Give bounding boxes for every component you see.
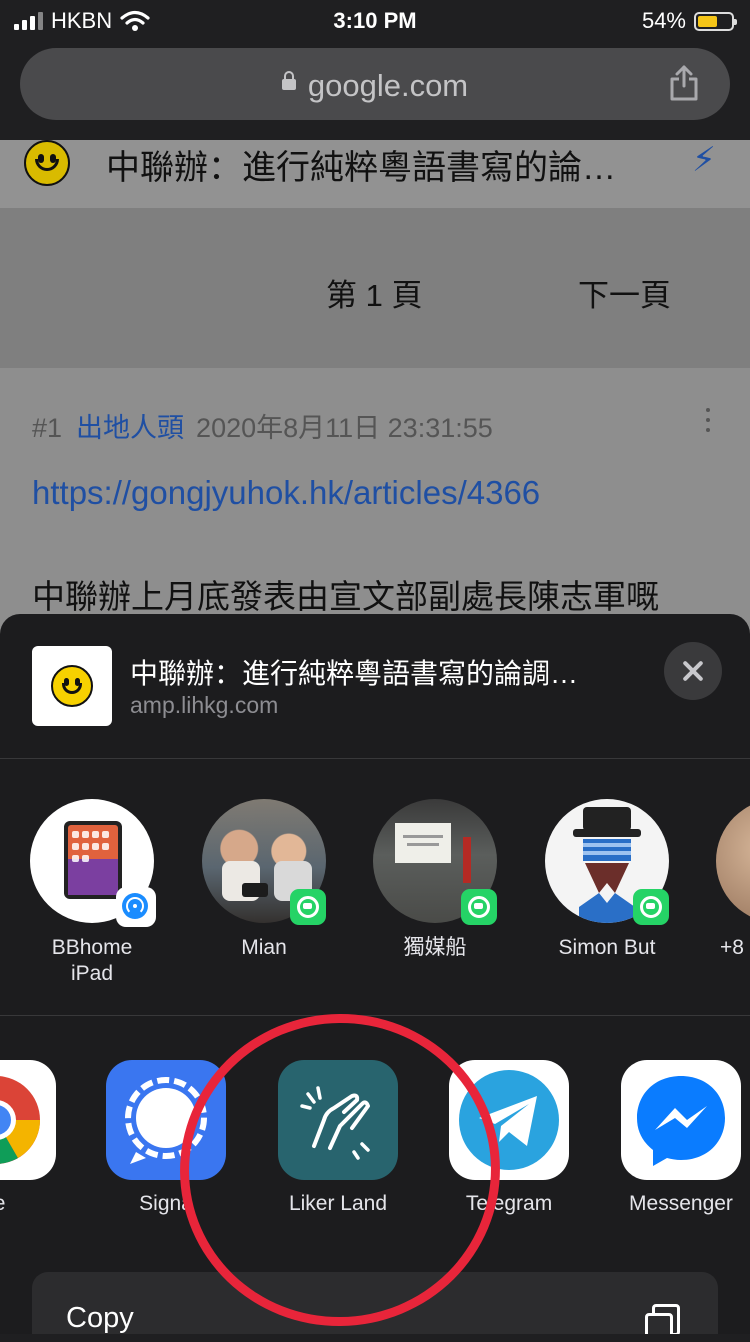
smiley-thumbnail-icon	[51, 665, 93, 707]
clock: 3:10 PM	[333, 8, 417, 33]
share-thumbnail	[32, 646, 112, 726]
lock-icon	[281, 71, 296, 91]
battery-percent: 54%	[641, 8, 686, 33]
amp-bolt-icon: ⚡	[692, 141, 716, 179]
webpage-background: 中聯辦：進行純粹粵語書寫的論… ⚡ 第 1 頁 下一頁 #1 出地人頭 2020年8…	[0, 140, 750, 640]
share-url: amp.lihkg.com	[130, 692, 279, 718]
person-label: BBhome iPad	[51, 936, 133, 985]
app-label: Telegram	[465, 1192, 553, 1215]
person-label: +8	[720, 936, 744, 959]
address-text-wrap: google.com	[20, 68, 730, 104]
post-text: 中聯辦上月底發表由宣文部副處長陳志軍嘅	[32, 578, 659, 615]
copy-action[interactable]: Copy	[32, 1272, 718, 1334]
apps-row[interactable]: ome Signa Liker Land	[0, 1016, 750, 1268]
pager-next-link[interactable]: 下一頁	[578, 270, 671, 315]
whatsapp-icon	[633, 889, 669, 925]
smiley-logo-icon	[24, 140, 70, 186]
post-meta: #1 出地人頭 2020年8月11日 23:31:55	[32, 406, 493, 445]
app-label: Messenger	[629, 1192, 733, 1215]
pager-current[interactable]: 第 1 頁	[326, 270, 422, 315]
address-bar[interactable]: google.com	[20, 48, 730, 120]
copy-label: Copy	[66, 1302, 134, 1334]
url-text: google.com	[307, 68, 469, 103]
messenger-icon	[621, 1060, 741, 1180]
telegram-icon	[449, 1060, 569, 1180]
share-icon[interactable]	[668, 64, 700, 102]
chrome-icon	[0, 1060, 56, 1180]
share-sheet: 中聯辦：進行純粹粵語書寫的論調… amp.lihkg.com BBhome iP…	[0, 614, 750, 1334]
person-label: Simon But	[558, 936, 656, 959]
post-author[interactable]: 出地人頭	[76, 413, 184, 443]
post-link[interactable]: https://gongjyuhok.hk/articles/4366	[32, 474, 540, 512]
signal-icon	[106, 1060, 226, 1180]
battery-icon	[694, 11, 737, 31]
post-timestamp: 2020年8月11日 23:31:55	[196, 413, 493, 443]
webpage-title: 中聯辦：進行純粹粵語書寫的論…	[106, 149, 616, 187]
airdrop-icon	[116, 887, 156, 927]
liker-land-icon	[278, 1060, 398, 1180]
people-row[interactable]: BBhome iPad Mian 獨媒船 Simon But +8	[0, 759, 750, 1016]
copy-icon	[645, 1304, 680, 1334]
app-label: Liker Land	[288, 1192, 388, 1215]
status-bar: HKBN 3:10 PM 54%	[0, 0, 750, 40]
share-title: 中聯辦：進行純粹粵語書寫的論調…	[130, 658, 579, 689]
share-sheet-header: 中聯辦：進行純粹粵語書寫的論調… amp.lihkg.com	[0, 614, 750, 759]
whatsapp-icon	[461, 889, 497, 925]
status-right: 54%	[641, 8, 737, 34]
person-label: Mian	[241, 936, 287, 959]
app-label: Signa	[139, 1192, 193, 1215]
close-button[interactable]	[664, 642, 722, 700]
browser-toolbar: google.com	[0, 40, 750, 140]
avatar	[716, 799, 750, 923]
whatsapp-icon	[290, 889, 326, 925]
pager: 第 1 頁 下一頁	[0, 208, 750, 368]
app-label: ome	[0, 1192, 70, 1216]
person-label: 獨媒船	[403, 936, 467, 959]
post-number: #1	[32, 413, 63, 443]
more-options-icon[interactable]	[706, 408, 710, 438]
webpage-header: 中聯辦：進行純粹粵語書寫的論… ⚡	[0, 140, 750, 208]
